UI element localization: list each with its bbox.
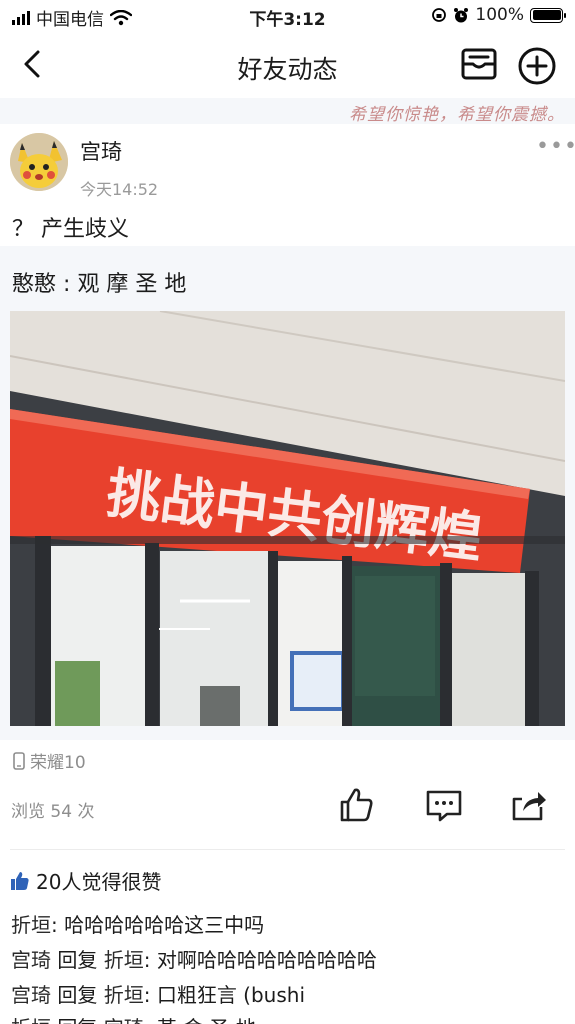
- device-info: 荣耀10: [12, 748, 86, 773]
- share-icon[interactable]: [509, 785, 549, 825]
- reply-target[interactable]: 宫琦: [104, 1016, 144, 1024]
- comment-text: 口粗狂言 (bushi: [156, 983, 306, 1007]
- reply-word: 回复: [57, 948, 98, 972]
- comment-text: 哈哈哈哈哈哈这三中吗: [64, 913, 265, 937]
- comment-author[interactable]: 折垣: [11, 913, 51, 937]
- comment-author[interactable]: 宫琦: [11, 948, 51, 972]
- add-post-icon[interactable]: [517, 46, 557, 86]
- quoted-author[interactable]: 憨憨: [12, 272, 56, 297]
- classroom-banner-photo: 挑战中共创辉煌: [10, 311, 565, 726]
- rotation-lock-icon: [432, 8, 447, 22]
- comment-text: 对啊哈哈哈哈哈哈哈哈哈: [156, 948, 377, 972]
- comment-text: 革 命 圣 地: [157, 1016, 256, 1024]
- message-inbox-icon[interactable]: [460, 46, 498, 82]
- likes-text: 20人觉得很赞: [36, 870, 162, 894]
- alarm-icon: [454, 7, 469, 22]
- comment-icon[interactable]: [424, 785, 464, 825]
- post-photo[interactable]: 挑战中共创辉煌: [10, 311, 565, 726]
- pikachu-avatar-image: [10, 133, 68, 191]
- like-icon[interactable]: [336, 785, 376, 825]
- post-author[interactable]: 宫琦: [80, 136, 122, 166]
- comment-author[interactable]: 宫琦: [11, 983, 51, 1007]
- post-caption: ？ 产生歧义: [12, 217, 129, 242]
- reply-word: 回复: [57, 983, 98, 1007]
- reply-target[interactable]: 折垣: [104, 983, 144, 1007]
- status-bar: 中国电信 下午3:12 100%: [0, 0, 575, 32]
- quoted-separator: :: [63, 272, 71, 297]
- quoted-body: 观 摩 圣 地: [77, 272, 187, 297]
- nav-bar: 好友动态: [0, 32, 575, 98]
- quoted-text: 憨憨 : 观 摩 圣 地: [12, 266, 186, 298]
- reply-word: 回复: [57, 1016, 97, 1024]
- cover-slogan: 希望你惊艳，希望你震撼。: [349, 105, 565, 125]
- more-options-icon[interactable]: •••: [536, 136, 575, 158]
- quoted-post[interactable]: 憨憨 : 观 摩 圣 地 挑战中共创辉煌: [0, 246, 575, 740]
- likes-summary[interactable]: 20人觉得很赞: [10, 866, 161, 895]
- reply-target[interactable]: 折垣: [104, 948, 144, 972]
- divider: [10, 849, 565, 850]
- comment-item[interactable]: 宫琦 回复 折垣: 口粗狂言 (bushi: [11, 979, 305, 1008]
- battery-percent: 100%: [475, 5, 524, 25]
- view-count: 浏览 54 次: [11, 802, 95, 822]
- battery-icon: [530, 7, 566, 23]
- phone-icon: [13, 751, 25, 770]
- comment-item[interactable]: 宫琦 回复 折垣: 对啊哈哈哈哈哈哈哈哈哈: [11, 944, 377, 973]
- comment-author[interactable]: 折垣: [11, 1016, 51, 1024]
- comment-item[interactable]: 折垣: 哈哈哈哈哈哈这三中吗: [11, 909, 264, 938]
- device-name: 荣耀10: [30, 753, 86, 773]
- cover-strip: 希望你惊艳，希望你震撼。: [0, 98, 575, 125]
- avatar[interactable]: [10, 133, 68, 191]
- post-time: 今天14:52: [80, 180, 159, 199]
- comment-item[interactable]: 折垣 回复 宫琦: 革 命 圣 地: [11, 1012, 256, 1024]
- thumbs-up-icon: [11, 871, 29, 890]
